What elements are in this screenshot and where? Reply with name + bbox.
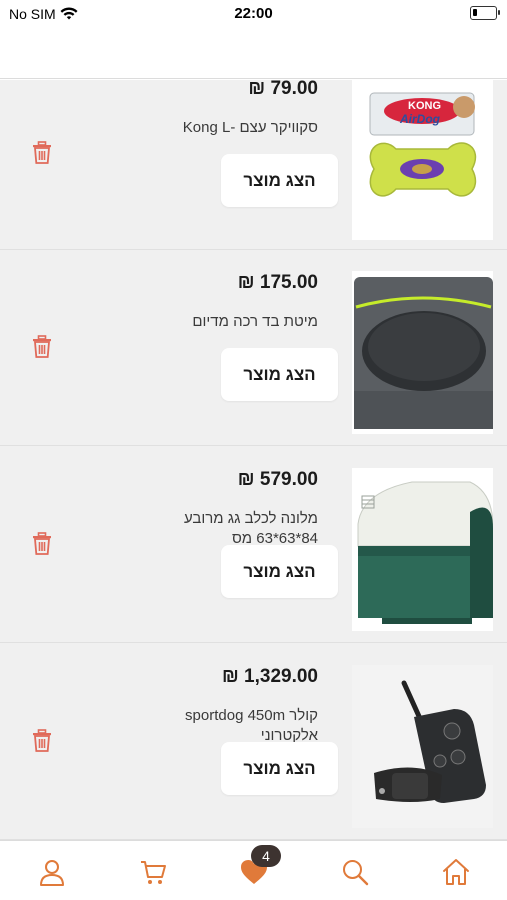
home-icon bbox=[443, 859, 469, 885]
soft-dog-bed-image bbox=[352, 271, 493, 434]
product-image[interactable] bbox=[352, 271, 493, 434]
show-product-button[interactable]: הצג מוצר bbox=[221, 154, 338, 207]
product-name: סקוויקר עצם -Kong L bbox=[182, 119, 318, 136]
cart-icon bbox=[141, 861, 166, 884]
product-price: 1,329.00 ₪ bbox=[221, 666, 318, 687]
top-header bbox=[0, 28, 507, 79]
svg-text:KONG: KONG bbox=[408, 100, 441, 112]
wishlist-count-badge: 4 bbox=[251, 845, 281, 867]
nav-wishlist[interactable]: 4 bbox=[237, 845, 281, 889]
list-item: 1,329.00 ₪ קולר sportdog 450m אלקטרוני ה… bbox=[0, 644, 507, 840]
show-product-button[interactable]: הצג מוצר bbox=[221, 545, 338, 598]
trash-icon[interactable] bbox=[31, 532, 53, 556]
nav-search[interactable] bbox=[338, 855, 372, 889]
search-icon bbox=[343, 860, 369, 886]
product-name: מלונה לכלב גג מרובע 84*63*63 מס bbox=[184, 510, 318, 547]
product-price: 579.00 ₪ bbox=[237, 469, 318, 490]
status-time: 22:00 bbox=[234, 5, 273, 22]
bottom-navigation: 4 bbox=[0, 840, 507, 900]
nav-home[interactable] bbox=[439, 855, 473, 889]
product-image[interactable]: KONG AirDog bbox=[352, 80, 493, 240]
svg-text:AirDog: AirDog bbox=[399, 112, 441, 126]
kong-airdog-bone-toy-image: KONG AirDog bbox=[352, 80, 493, 240]
show-product-button[interactable]: הצג מוצר bbox=[221, 348, 338, 401]
show-product-button[interactable]: הצג מוצר bbox=[221, 742, 338, 795]
dog-house-image bbox=[352, 468, 493, 631]
product-image[interactable] bbox=[352, 665, 493, 828]
list-item: 175.00 ₪ מיטת בד רכה מדיום הצג מוצר bbox=[0, 250, 507, 446]
electronic-collar-image bbox=[352, 665, 493, 828]
nav-cart[interactable] bbox=[136, 855, 170, 889]
trash-icon[interactable] bbox=[31, 141, 53, 165]
product-price: 79.00 ₪ bbox=[248, 80, 318, 99]
nav-profile[interactable] bbox=[35, 855, 69, 889]
wishlist-product-list[interactable]: KONG AirDog 79.00 ₪ סקוויקר עצם -Kong L … bbox=[0, 80, 507, 840]
profile-icon bbox=[40, 860, 64, 886]
wishlist-screen: No SIM 22:00 KONG AirDog 79.00 ₪ סקוויקר… bbox=[0, 0, 507, 900]
product-price: 175.00 ₪ bbox=[237, 272, 318, 293]
list-item: 579.00 ₪ מלונה לכלב גג מרובע 84*63*63 מס… bbox=[0, 447, 507, 643]
trash-icon[interactable] bbox=[31, 335, 53, 359]
product-image[interactable] bbox=[352, 468, 493, 631]
list-item: KONG AirDog 79.00 ₪ סקוויקר עצם -Kong L … bbox=[0, 80, 507, 250]
product-name: מיטת בד רכה מדיום bbox=[192, 313, 318, 330]
battery-icon bbox=[470, 6, 500, 20]
product-name: קולר sportdog 450m אלקטרוני bbox=[185, 707, 318, 744]
trash-icon[interactable] bbox=[31, 729, 53, 753]
status-bar: No SIM 22:00 bbox=[0, 0, 507, 28]
